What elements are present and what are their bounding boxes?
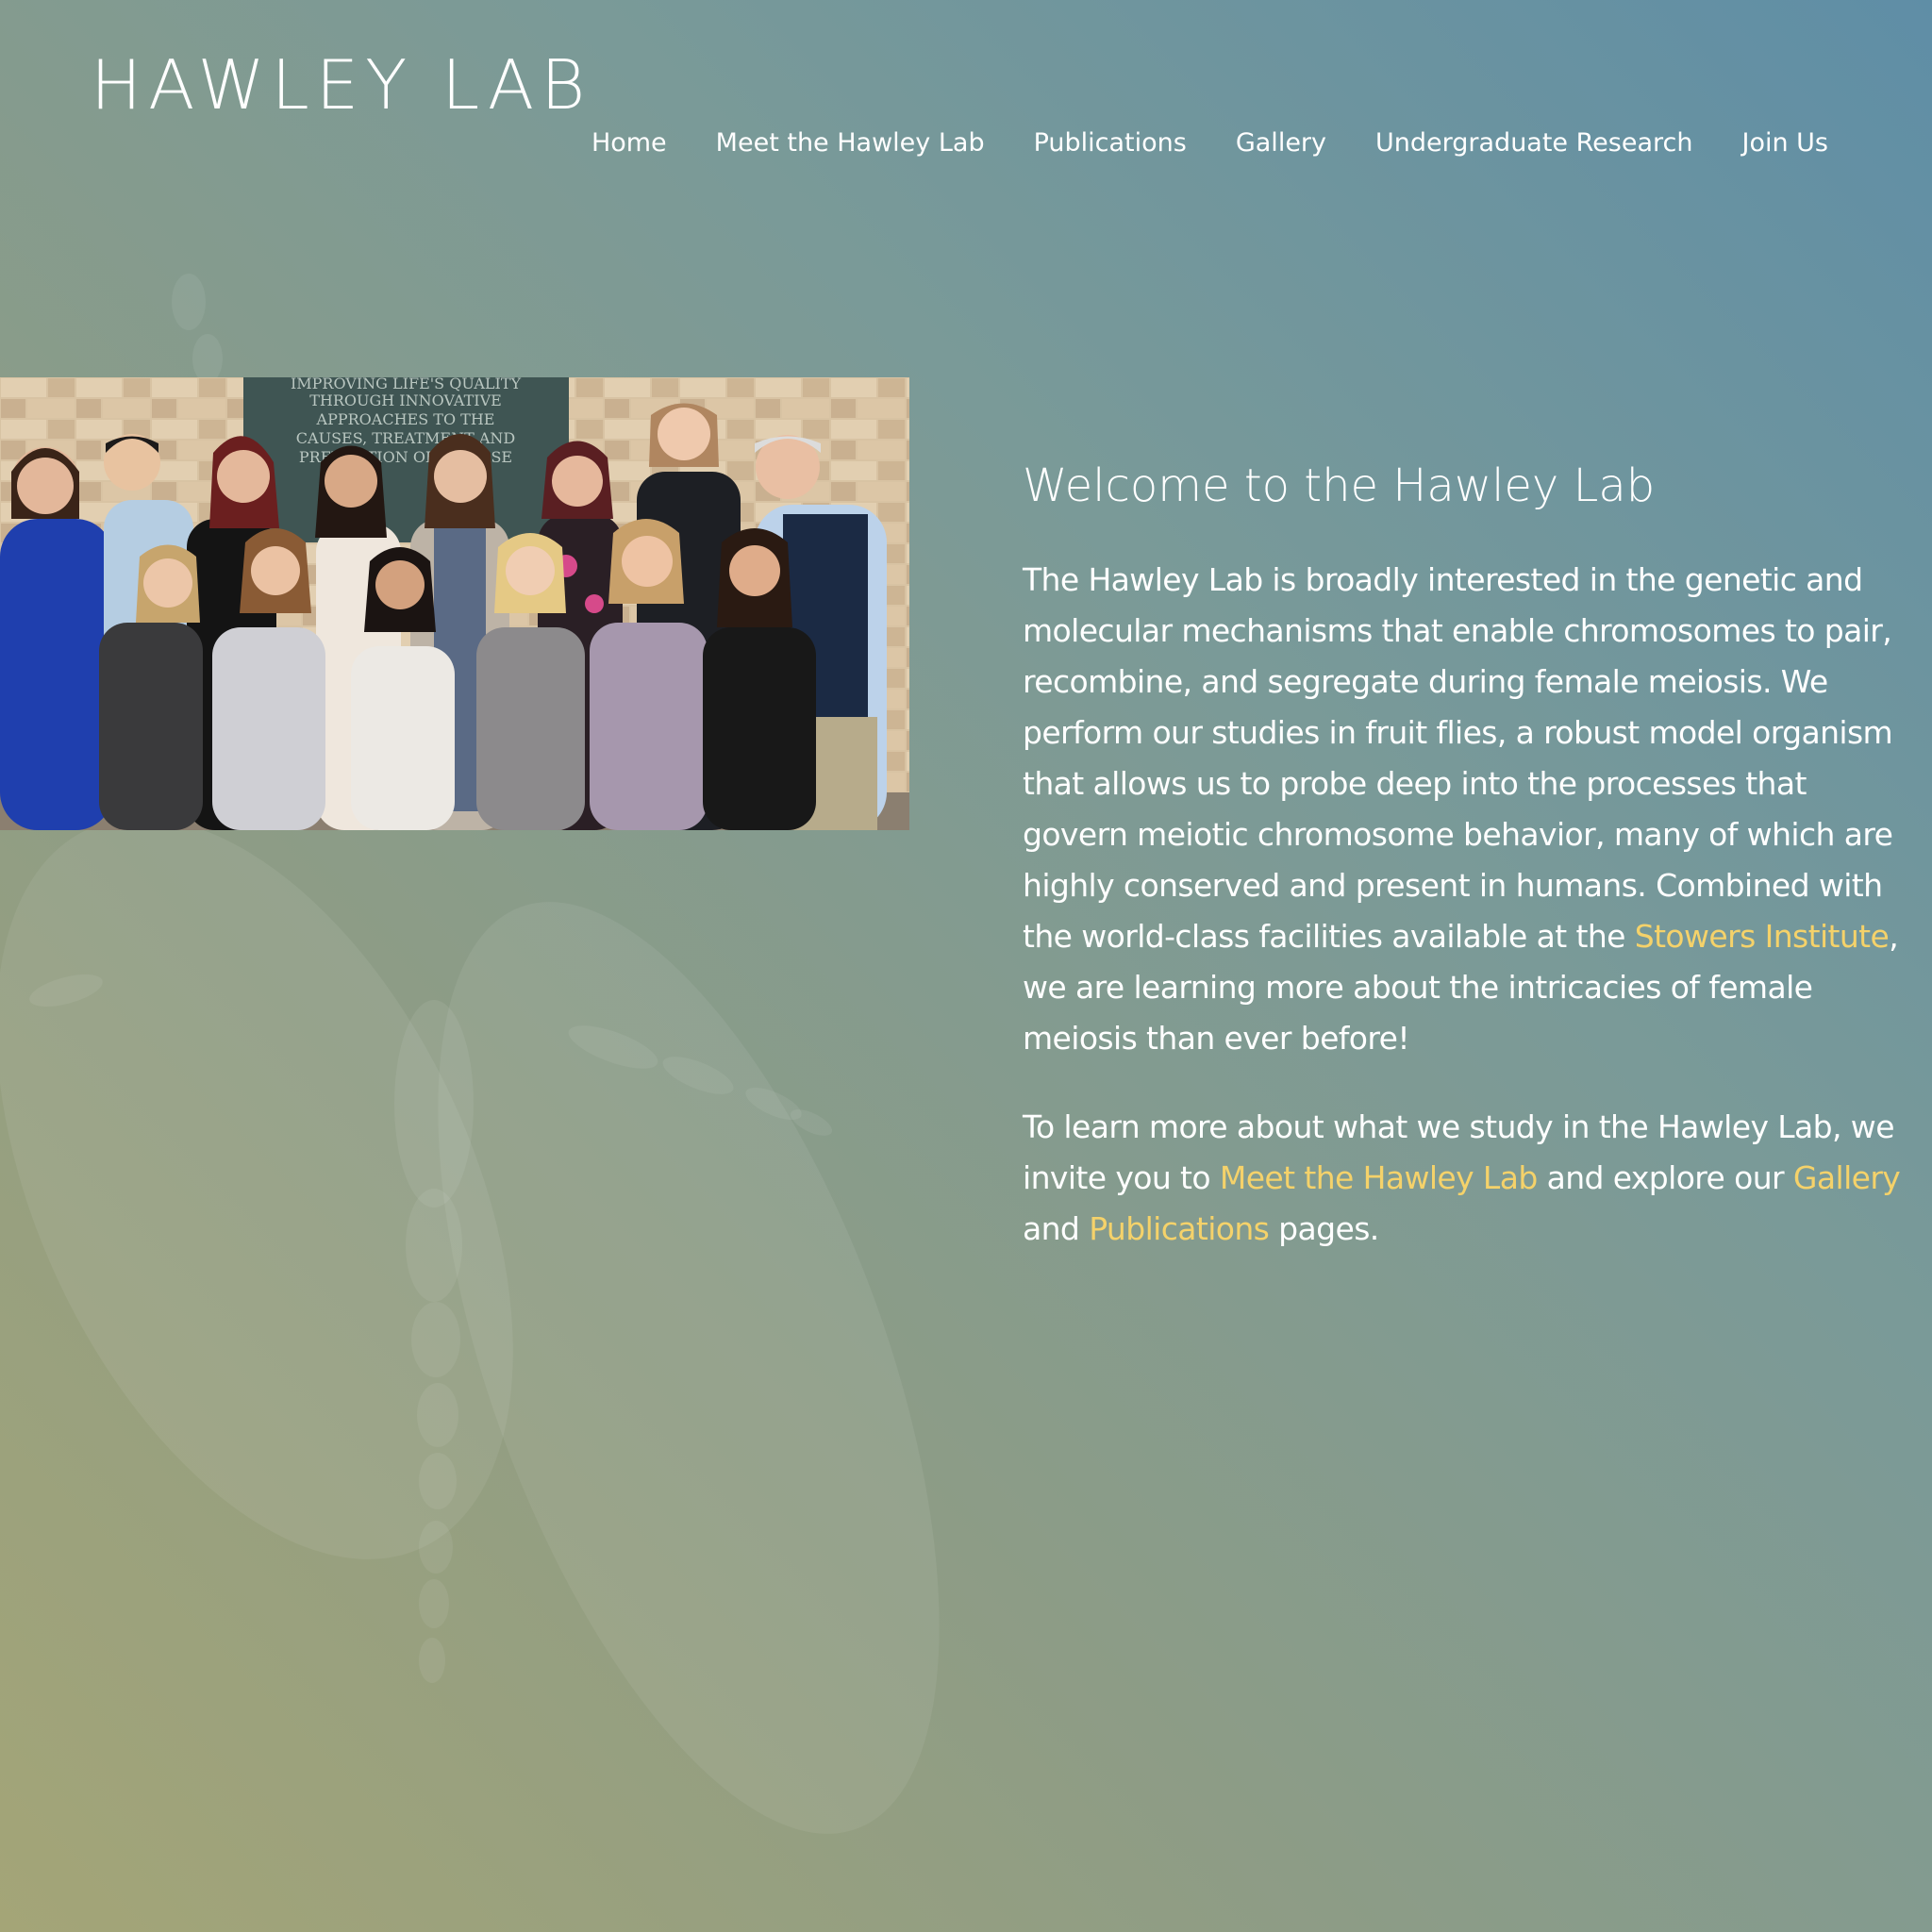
learn-more-paragraph: To learn more about what we study in the…: [1023, 1102, 1909, 1255]
stowers-institute-link[interactable]: Stowers Institute: [1635, 918, 1890, 955]
nav-gallery[interactable]: Gallery: [1236, 125, 1326, 162]
nav-join-us[interactable]: Join Us: [1741, 125, 1828, 162]
main-content: Welcome to the Hawley Lab The Hawley Lab…: [1023, 453, 1909, 1292]
learn-more-text-4: pages.: [1269, 1210, 1379, 1247]
nav-undergraduate-research[interactable]: Undergraduate Research: [1375, 125, 1692, 162]
nav-publications[interactable]: Publications: [1034, 125, 1187, 162]
lab-group-photo: IMPROVING LIFE'S QUALITY THROUGH INNOVAT…: [0, 377, 909, 830]
nav-home[interactable]: Home: [591, 125, 667, 162]
nav-meet-the-hawley-lab[interactable]: Meet the Hawley Lab: [716, 125, 985, 162]
group-photo-illustration: IMPROVING LIFE'S QUALITY THROUGH INNOVAT…: [0, 377, 909, 830]
svg-text:APPROACHES TO THE: APPROACHES TO THE: [316, 410, 495, 428]
main-nav: Home Meet the Hawley Lab Publications Ga…: [591, 125, 1828, 162]
learn-more-text-3: and: [1023, 1210, 1090, 1247]
learn-more-text-2: and explore our: [1537, 1159, 1793, 1196]
intro-text-1: The Hawley Lab is broadly interested in …: [1023, 561, 1893, 955]
intro-paragraph: The Hawley Lab is broadly interested in …: [1023, 555, 1909, 1064]
publications-link[interactable]: Publications: [1089, 1210, 1270, 1247]
svg-text:IMPROVING LIFE'S QUALITY: IMPROVING LIFE'S QUALITY: [291, 377, 522, 392]
site-logo[interactable]: HAWLEY LAB: [91, 43, 591, 126]
meet-the-lab-link[interactable]: Meet the Hawley Lab: [1220, 1159, 1538, 1196]
svg-text:THROUGH INNOVATIVE: THROUGH INNOVATIVE: [309, 391, 502, 409]
gallery-link[interactable]: Gallery: [1793, 1159, 1901, 1196]
page-heading: Welcome to the Hawley Lab: [1023, 459, 1656, 512]
